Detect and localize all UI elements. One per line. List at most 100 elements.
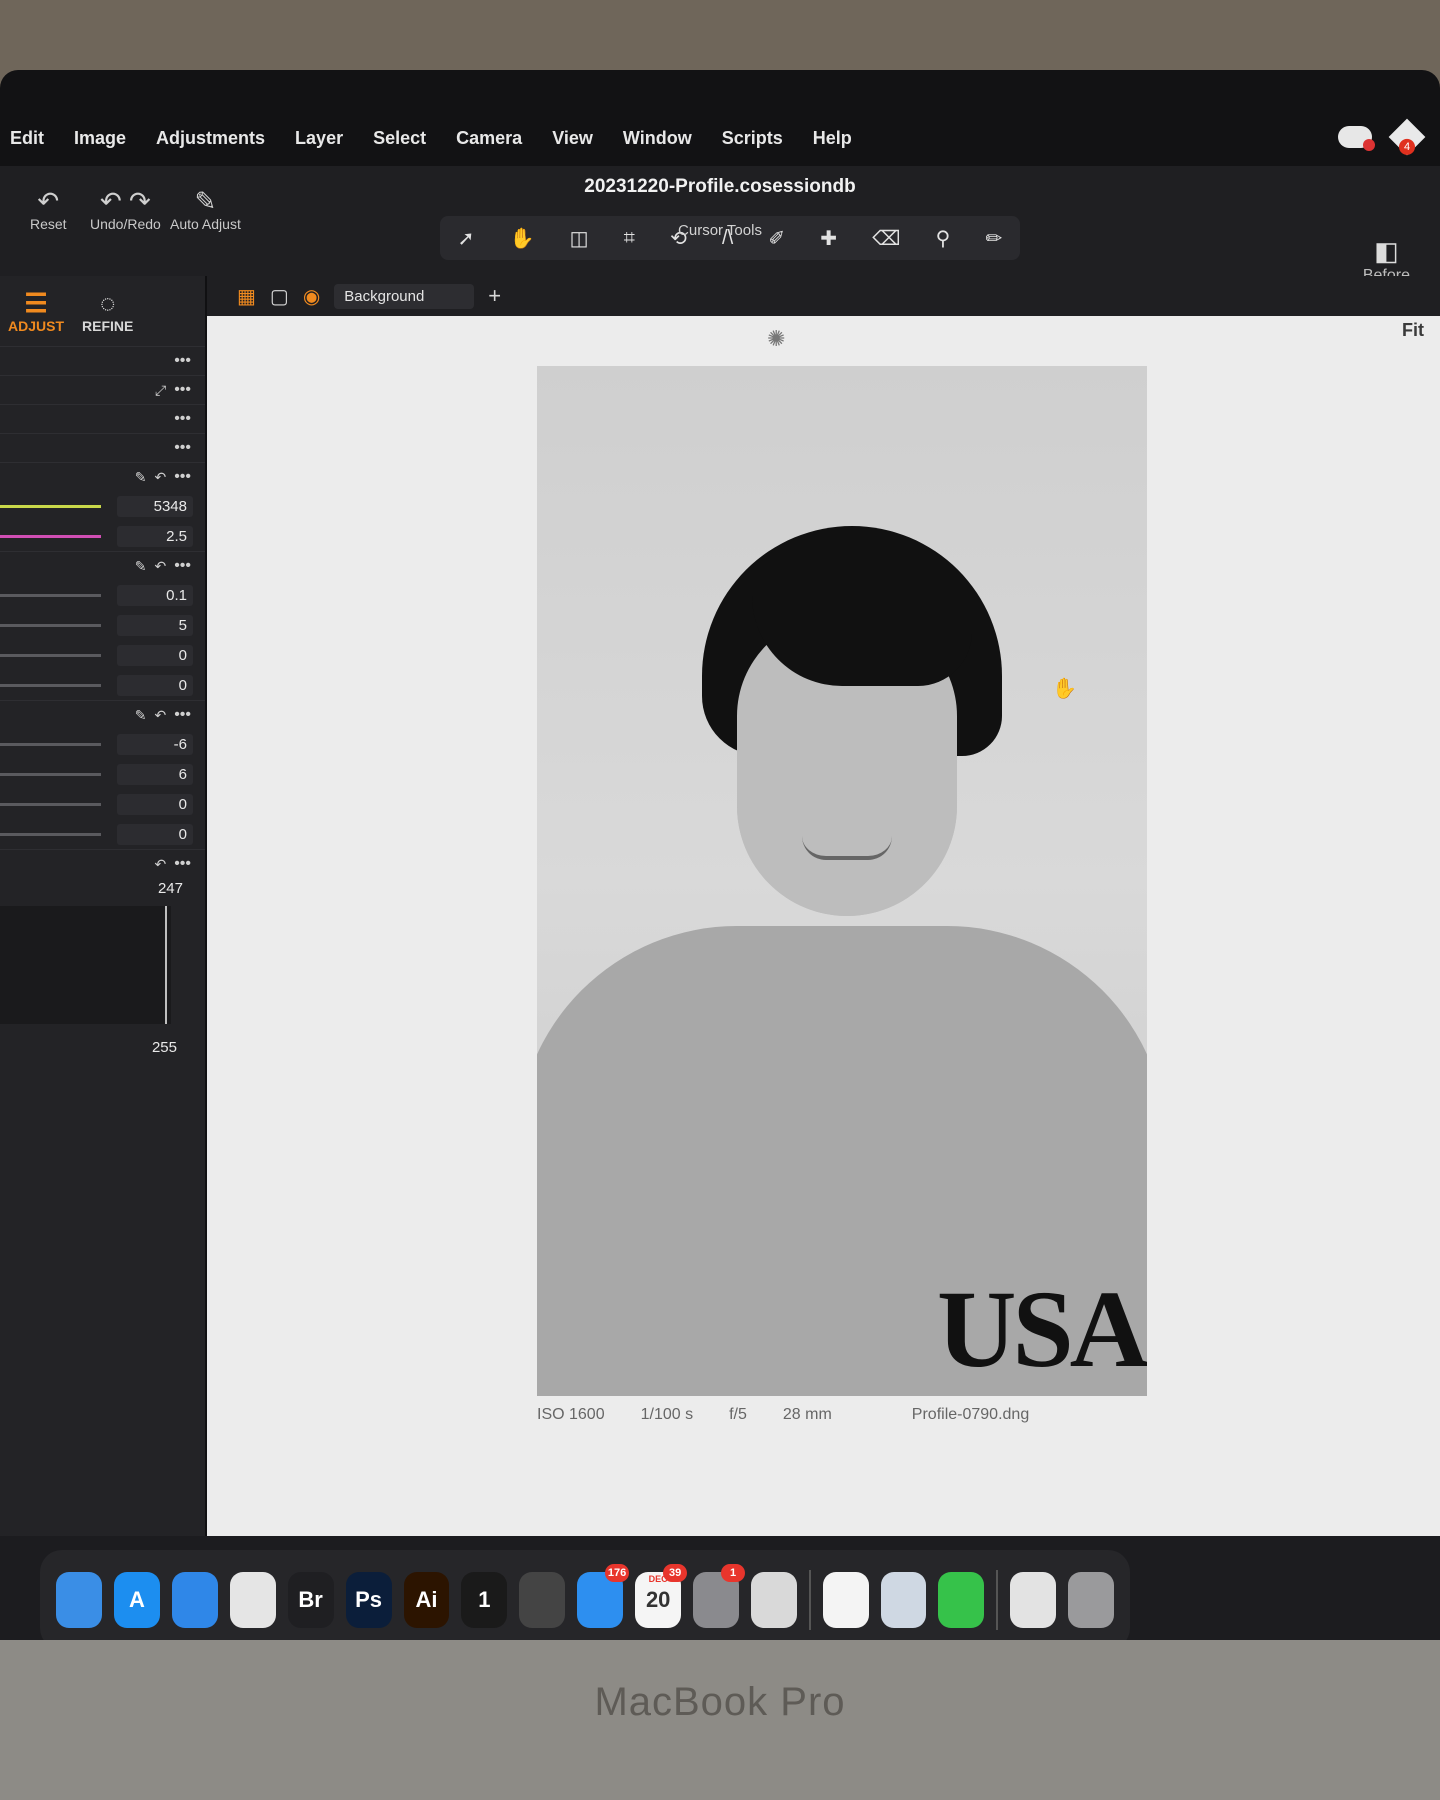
dock-illustrator-icon[interactable]: Ai — [403, 1572, 450, 1628]
levels-high-value[interactable]: 247 — [158, 880, 183, 897]
portrait-photo[interactable]: USA — [537, 366, 1147, 1396]
reset-icon[interactable]: ↶ — [154, 856, 166, 873]
picker-icon[interactable]: ✎ — [135, 469, 147, 486]
slider-track[interactable] — [0, 772, 101, 776]
tint-track[interactable] — [0, 534, 101, 538]
image-viewer[interactable]: ▦ ▢ ◉ Background + ✺ Fit USA ✋ ISO 1600 … — [207, 276, 1440, 1536]
slider-value[interactable]: 6 — [117, 763, 193, 785]
dock-finder-icon[interactable] — [56, 1572, 102, 1628]
menu-layer[interactable]: Layer — [295, 128, 343, 149]
single-view-icon[interactable]: ▢ — [270, 284, 289, 309]
hdr-header[interactable]: ✎ ↶ ••• — [0, 700, 205, 729]
dropbox-icon[interactable] — [1388, 118, 1426, 156]
dock-facetime-icon[interactable] — [938, 1572, 985, 1628]
pane-header[interactable]: ⤢ ••• — [0, 375, 205, 404]
shirt-print: USA — [937, 1268, 1147, 1390]
brightness-slider[interactable]: 0 — [0, 640, 205, 670]
levels-low-value[interactable]: 255 — [152, 1039, 177, 1056]
white-slider[interactable]: 0 — [0, 789, 205, 819]
zoom-fit[interactable]: Fit — [1402, 320, 1424, 341]
menu-adjustments[interactable]: Adjustments — [156, 128, 265, 149]
slider-track[interactable] — [0, 832, 101, 836]
slider-value[interactable]: 0 — [117, 644, 193, 666]
tint-slider[interactable]: 2.5 — [0, 521, 205, 551]
menu-scripts[interactable]: Scripts — [722, 128, 783, 149]
saturation-slider[interactable]: 0 — [0, 670, 205, 700]
dock-pages-icon[interactable] — [822, 1572, 869, 1628]
levels-handle[interactable] — [165, 906, 167, 1024]
kelvin-slider[interactable]: 5348 — [0, 491, 205, 521]
layer-select[interactable]: Background — [334, 283, 475, 309]
white-balance-header[interactable]: ✎ ↶ ••• — [0, 462, 205, 491]
dock-final-cut-pro-icon[interactable] — [519, 1572, 566, 1628]
dock-launchpad-icon[interactable] — [751, 1572, 797, 1628]
menu-view[interactable]: View — [552, 128, 593, 149]
dock-archive-icon[interactable] — [1010, 1572, 1056, 1628]
slider-value[interactable]: 0 — [117, 823, 193, 845]
dock-trash-icon[interactable] — [1067, 1572, 1114, 1628]
slider-value[interactable]: 5 — [117, 614, 193, 636]
creative-cloud-icon[interactable] — [1338, 126, 1375, 151]
slider-track[interactable] — [0, 742, 101, 746]
menu-help[interactable]: Help — [813, 128, 852, 149]
dock-chrome-icon[interactable] — [229, 1572, 276, 1628]
dock-mail-icon[interactable]: 176 — [577, 1564, 630, 1628]
more-icon[interactable]: ••• — [174, 352, 191, 370]
more-icon[interactable]: ••• — [174, 410, 191, 428]
pane-header[interactable]: ••• — [0, 433, 205, 462]
slider-value[interactable]: 0 — [117, 674, 193, 696]
picker-icon[interactable]: ✎ — [135, 707, 147, 724]
reset-icon[interactable]: ↶ — [154, 558, 166, 575]
pane-header[interactable]: ••• — [0, 346, 205, 375]
add-layer-icon[interactable]: + — [488, 283, 501, 309]
menu-image[interactable]: Image — [74, 128, 126, 149]
copy-icon[interactable]: ⤢ — [155, 382, 166, 399]
menu-edit[interactable]: Edit — [10, 128, 44, 149]
more-icon[interactable]: ••• — [174, 557, 191, 575]
dock-capture-one-icon[interactable]: 1 — [461, 1572, 508, 1628]
slider-track[interactable] — [0, 593, 101, 597]
picker-icon[interactable]: ✎ — [135, 558, 147, 575]
more-icon[interactable]: ••• — [174, 381, 191, 399]
tint-value[interactable]: 2.5 — [117, 525, 193, 547]
levels-header[interactable]: ↶ ••• — [0, 849, 205, 878]
more-icon[interactable]: ••• — [174, 468, 191, 486]
dock-photoshop-icon[interactable]: Ps — [345, 1572, 392, 1628]
slider-value[interactable]: 0.1 — [117, 584, 193, 606]
dock-app-store-icon[interactable]: A — [113, 1572, 160, 1628]
contrast-slider[interactable]: 5 — [0, 610, 205, 640]
dock-bridge-icon[interactable]: Br — [287, 1572, 334, 1628]
slider-track[interactable] — [0, 653, 101, 657]
levels-control[interactable]: 247 255 — [0, 880, 191, 1056]
shadow-slider[interactable]: 6 — [0, 759, 205, 789]
kelvin-value[interactable]: 5348 — [117, 495, 193, 517]
pane-header[interactable]: ••• — [0, 404, 205, 433]
slider-track[interactable] — [0, 683, 101, 687]
slider-track[interactable] — [0, 623, 101, 627]
more-icon[interactable]: ••• — [174, 439, 191, 457]
exposure-header[interactable]: ✎ ↶ ••• — [0, 551, 205, 580]
exposure-slider[interactable]: 0.1 — [0, 580, 205, 610]
dock-preview-icon[interactable] — [880, 1572, 927, 1628]
dock-calendar-icon[interactable]: 20 39 DEC — [635, 1564, 688, 1628]
more-icon[interactable]: ••• — [174, 706, 191, 724]
dock-system-settings-icon[interactable]: 1 — [693, 1564, 746, 1628]
tab-adjust[interactable]: ☰ ADJUST — [8, 288, 64, 334]
slider-value[interactable]: -6 — [117, 733, 193, 755]
reset-icon[interactable]: ↶ — [154, 469, 166, 486]
dock-safari-icon[interactable] — [171, 1572, 218, 1628]
grid-view-icon[interactable]: ▦ — [237, 284, 256, 309]
menu-camera[interactable]: Camera — [456, 128, 522, 149]
menu-window[interactable]: Window — [623, 128, 692, 149]
tab-refine[interactable]: ◌ REFINE — [82, 288, 133, 334]
menu-select[interactable]: Select — [373, 128, 426, 149]
highlight-slider[interactable]: -6 — [0, 729, 205, 759]
black-slider[interactable]: 0 — [0, 819, 205, 849]
kelvin-track[interactable] — [0, 504, 101, 508]
eye-icon[interactable]: ◉ — [303, 284, 320, 309]
reset-icon[interactable]: ↶ — [154, 707, 166, 724]
slider-track[interactable] — [0, 802, 101, 806]
more-icon[interactable]: ••• — [174, 855, 191, 873]
slider-value[interactable]: 0 — [117, 793, 193, 815]
dock-app-label: 1 — [478, 1587, 491, 1612]
